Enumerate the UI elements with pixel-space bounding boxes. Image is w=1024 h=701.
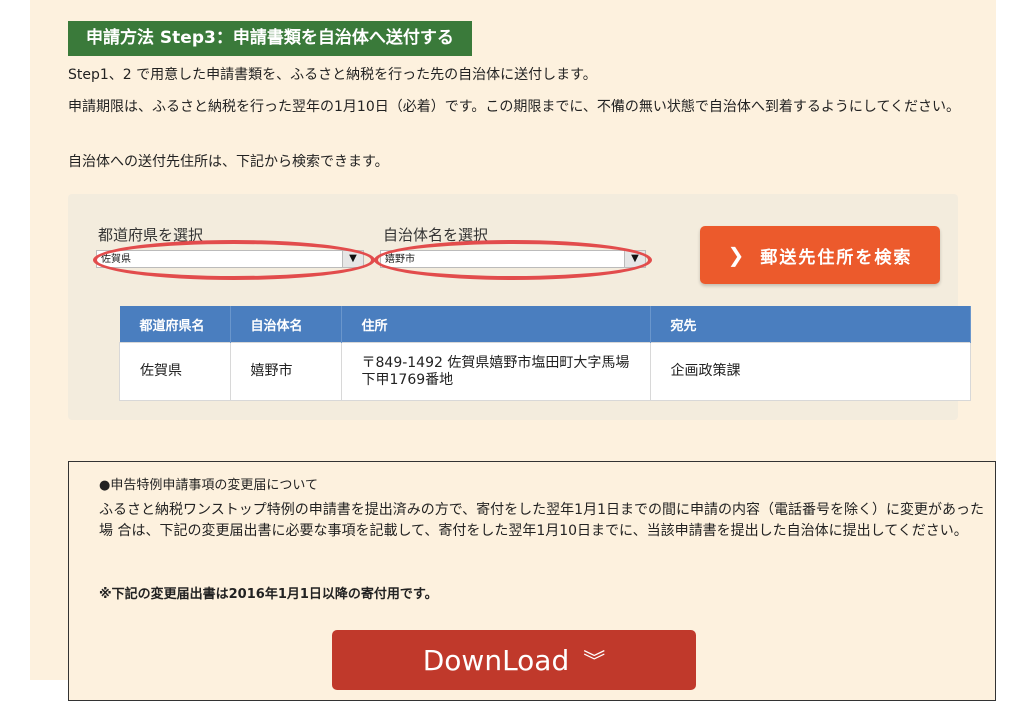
notice-title: ●申告特例申請事項の変更届について <box>99 478 318 493</box>
prefecture-label: 都道府県を選択 <box>98 226 204 244</box>
address-search-panel: 都道府県を選択 自治体名を選択 佐賀県 ▼ 嬉野市 ▼ ❯ 郵送先住所を検索 都… <box>68 194 971 420</box>
table-header-recipient: 宛先 <box>650 306 971 343</box>
cell-address: 〒849-1492 佐賀県嬉野市塩田町大字馬場下甲1769番地 <box>340 342 651 401</box>
prefecture-select[interactable]: 佐賀県 ▼ <box>96 250 364 268</box>
table-header-prefecture: 都道府県名 <box>119 306 231 343</box>
download-button[interactable]: DownLoad ︾ <box>332 630 696 690</box>
table-header-row: 都道府県名 自治体名 住所 宛先 <box>119 306 971 343</box>
chevron-right-icon: ❯ <box>727 243 747 267</box>
triangle-down-icon: ▼ <box>624 251 645 267</box>
intro-paragraph: Step1、2 で用意した申請書類を、ふるさと納税を行った先の自治体に送付します… <box>68 67 597 83</box>
step-title: 申請方法 Step3：申請書類を自治体へ送付する <box>68 21 472 56</box>
table-header-municipality: 自治体名 <box>230 306 342 343</box>
search-hint-paragraph: 自治体への送付先住所は、下記から検索できます。 <box>68 154 389 170</box>
search-address-button[interactable]: ❯ 郵送先住所を検索 <box>700 226 940 284</box>
municipality-select-value: 嬉野市 <box>385 254 415 265</box>
triangle-down-icon: ▼ <box>342 251 363 267</box>
notice-text: ふるさと納税ワンストップ特例の申請書を提出済みの方で、寄付をした翌年1月1日まで… <box>99 502 984 539</box>
municipality-label: 自治体名を選択 <box>383 226 489 244</box>
table-header-address: 住所 <box>341 306 651 343</box>
prefecture-select-value: 佐賀県 <box>101 254 131 265</box>
cell-municipality: 嬉野市 <box>229 342 342 401</box>
municipality-select[interactable]: 嬉野市 ▼ <box>380 250 646 268</box>
page-content: 申請方法 Step3：申請書類を自治体へ送付する Step1、2 で用意した申請… <box>30 0 996 701</box>
result-table: 都道府県名 自治体名 住所 宛先 佐賀県 嬉野市 〒849-1492 佐賀県嬉野… <box>119 306 971 401</box>
download-button-label: DownLoad <box>422 643 570 677</box>
table-row: 佐賀県 嬉野市 〒849-1492 佐賀県嬉野市塩田町大字馬場下甲1769番地 … <box>119 342 971 401</box>
double-chevron-down-icon: ︾ <box>583 650 606 675</box>
cell-recipient: 企画政策課 <box>649 342 971 401</box>
notice-bold-text: ※下記の変更届出書は2016年1月1日以降の寄付用です。 <box>99 587 438 602</box>
deadline-paragraph: 申請期限は、ふるさと納税を行った翌年の1月10日（必着）です。この期限までに、不… <box>68 99 961 115</box>
cell-prefecture: 佐賀県 <box>119 342 231 401</box>
search-button-label: 郵送先住所を検索 <box>760 247 913 268</box>
